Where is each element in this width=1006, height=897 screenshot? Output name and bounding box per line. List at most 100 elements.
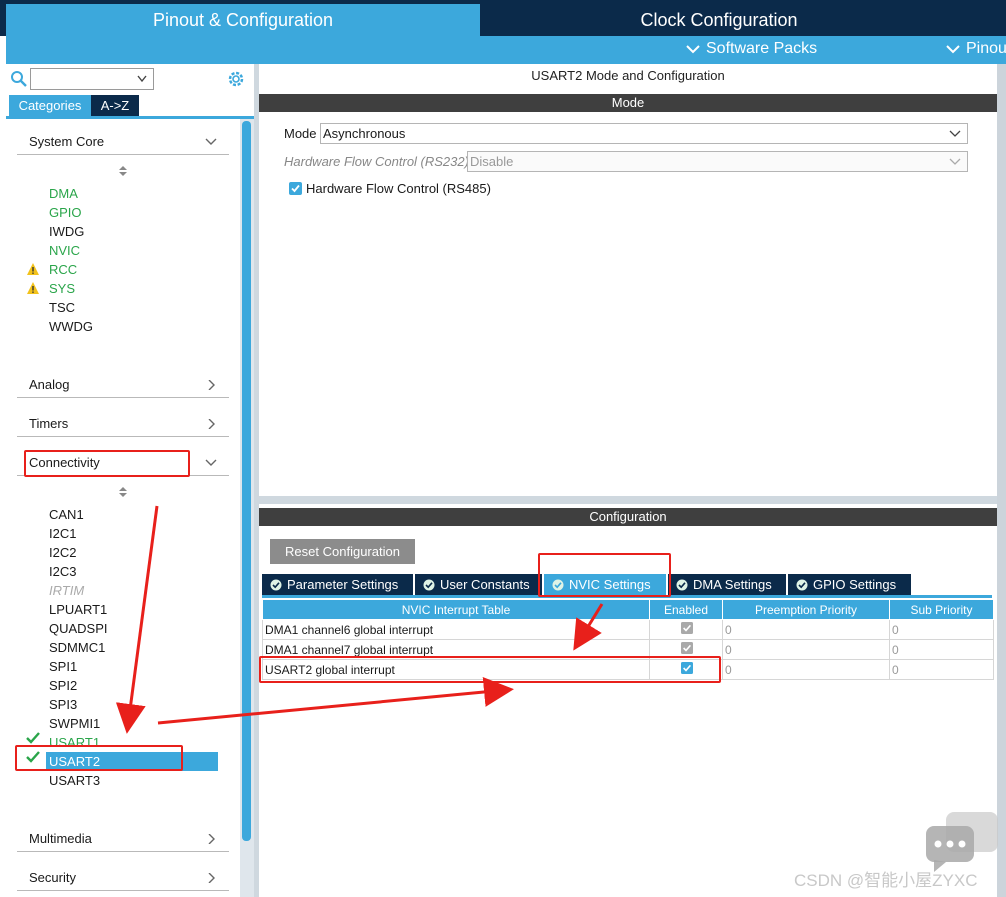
group-label: Multimedia — [29, 831, 92, 846]
hfc-rs485-checkbox[interactable] — [289, 182, 302, 195]
tree-item-iwdg[interactable]: IWDG — [49, 222, 84, 241]
tree-item-spi1[interactable]: SPI1 — [49, 657, 77, 676]
tree-item-dma[interactable]: DMA — [49, 184, 78, 203]
scrollbar-thumb[interactable] — [242, 121, 251, 841]
chevron-right-icon — [208, 380, 215, 390]
warning-icon — [27, 263, 39, 275]
tab-categories[interactable]: Categories — [9, 95, 91, 116]
column-header[interactable]: Enabled — [649, 599, 723, 620]
chevron-down-icon — [946, 45, 960, 54]
tab-parameter-settings[interactable]: Parameter Settings — [262, 574, 413, 595]
enabled-cell — [649, 619, 723, 640]
group-label: System Core — [29, 134, 105, 149]
tab-clock-configuration[interactable]: Clock Configuration — [482, 4, 956, 36]
check-circle-icon — [796, 579, 808, 590]
highlight-usart2-interrupt — [259, 656, 721, 683]
pinout-menu[interactable]: Pinou — [946, 40, 1006, 58]
highlight-connectivity — [24, 450, 190, 477]
column-header[interactable]: NVIC Interrupt Table — [262, 599, 650, 620]
tab-label: User Constants — [440, 577, 530, 592]
left-panel: Categories A->Z System Core DMA GPIO IWD… — [6, 64, 254, 897]
tree-item-quadspi[interactable]: QUADSPI — [49, 619, 108, 638]
sort-icon[interactable] — [118, 165, 128, 177]
mode-select[interactable]: Asynchronous — [320, 123, 968, 144]
tree-item-lpuart1[interactable]: LPUART1 — [49, 600, 107, 619]
tab-user-constants[interactable]: User Constants — [415, 574, 542, 595]
tree-item-spi3[interactable]: SPI3 — [49, 695, 77, 714]
sub-menu-bar: Software Packs Pinou — [6, 36, 1006, 64]
preemption-priority[interactable]: 0 — [722, 619, 890, 640]
group-label: Analog — [29, 377, 70, 392]
hfc-rs232-value: Disable — [470, 154, 514, 169]
tree-item-can1[interactable]: CAN1 — [49, 505, 84, 524]
page-title: USART2 Mode and Configuration — [531, 68, 725, 83]
interrupt-name: DMA1 channel6 global interrupt — [262, 619, 650, 640]
tree-item-i2c3[interactable]: I2C3 — [49, 562, 76, 581]
sort-icon[interactable] — [118, 486, 128, 498]
mode-band: Mode — [259, 94, 997, 112]
category-tree: System Core DMA GPIO IWDG NVIC RCC SYS T… — [6, 119, 240, 897]
tab-pinout-configuration[interactable]: Pinout & Configuration — [6, 4, 480, 36]
watermark: CSDN @智能小屋ZYXC — [794, 871, 978, 890]
tree-item-sys[interactable]: SYS — [49, 279, 75, 298]
search-icon[interactable] — [10, 70, 28, 88]
search-input[interactable] — [30, 68, 154, 90]
group-label: Security — [29, 870, 76, 885]
group-analog[interactable]: Analog — [17, 372, 229, 398]
tree-item-swpmi1[interactable]: SWPMI1 — [49, 714, 100, 733]
sub-priority[interactable]: 0 — [889, 659, 994, 680]
column-header[interactable]: Sub Priority — [889, 599, 994, 620]
tree-item-tsc[interactable]: TSC — [49, 298, 75, 317]
check-icon — [26, 732, 40, 744]
warning-icon — [27, 282, 39, 294]
check-circle-icon — [676, 579, 688, 590]
tab-label: GPIO Settings — [813, 577, 897, 592]
chevron-right-icon — [208, 834, 215, 844]
tab-label: Parameter Settings — [287, 577, 399, 592]
tree-item-nvic[interactable]: NVIC — [49, 241, 80, 260]
chevron-down-icon — [949, 130, 961, 137]
hfc-rs485-label: Hardware Flow Control (RS485) — [306, 181, 491, 196]
tab-dma-settings[interactable]: DMA Settings — [668, 574, 786, 595]
chat-icon[interactable] — [924, 810, 1000, 874]
configuration-band: Configuration — [259, 508, 997, 526]
hfc-rs232-select[interactable]: Disable — [467, 151, 968, 172]
mode-select-value: Asynchronous — [323, 126, 406, 141]
tree-item-i2c1[interactable]: I2C1 — [49, 524, 76, 543]
right-scrollbar[interactable] — [997, 64, 1006, 897]
tree-item-irtim[interactable]: IRTIM — [49, 581, 84, 600]
software-packs-menu[interactable]: Software Packs — [686, 40, 817, 58]
enabled-checkbox[interactable] — [681, 642, 693, 654]
tree-item-gpio[interactable]: GPIO — [49, 203, 82, 222]
left-scrollbar[interactable] — [240, 119, 254, 897]
tree-item-spi2[interactable]: SPI2 — [49, 676, 77, 695]
tree-item-wwdg[interactable]: WWDG — [49, 317, 93, 336]
tab-gpio-settings[interactable]: GPIO Settings — [788, 574, 911, 595]
gear-icon[interactable] — [226, 69, 246, 89]
highlight-nvic-tab — [538, 553, 671, 597]
tree-item-usart3[interactable]: USART3 — [49, 771, 100, 790]
reset-configuration-button[interactable]: Reset Configuration — [270, 539, 415, 564]
column-header[interactable]: Preemption Priority — [722, 599, 890, 620]
tree-item-i2c2[interactable]: I2C2 — [49, 543, 76, 562]
chevron-down-icon — [205, 138, 217, 145]
tree-item-rcc[interactable]: RCC — [49, 260, 77, 279]
chevron-down-icon — [686, 45, 700, 54]
group-timers[interactable]: Timers — [17, 411, 229, 437]
sub-priority[interactable]: 0 — [889, 639, 994, 660]
tab-a-to-z[interactable]: A->Z — [91, 95, 139, 116]
mode-label: Mode — [284, 126, 317, 141]
split-divider[interactable] — [259, 496, 997, 504]
software-packs-label: Software Packs — [706, 40, 818, 57]
table-header-row: NVIC Interrupt Table Enabled Preemption … — [262, 599, 994, 620]
group-multimedia[interactable]: Multimedia — [17, 826, 229, 852]
table-row[interactable]: DMA1 channel6 global interrupt 0 0 — [262, 619, 994, 640]
group-system-core[interactable]: System Core — [17, 129, 229, 155]
preemption-priority[interactable]: 0 — [722, 659, 890, 680]
enabled-checkbox[interactable] — [681, 622, 693, 634]
tree-item-sdmmc1[interactable]: SDMMC1 — [49, 638, 105, 657]
preemption-priority[interactable]: 0 — [722, 639, 890, 660]
group-security[interactable]: Security — [17, 865, 229, 891]
chevron-down-icon — [137, 75, 147, 83]
sub-priority[interactable]: 0 — [889, 619, 994, 640]
